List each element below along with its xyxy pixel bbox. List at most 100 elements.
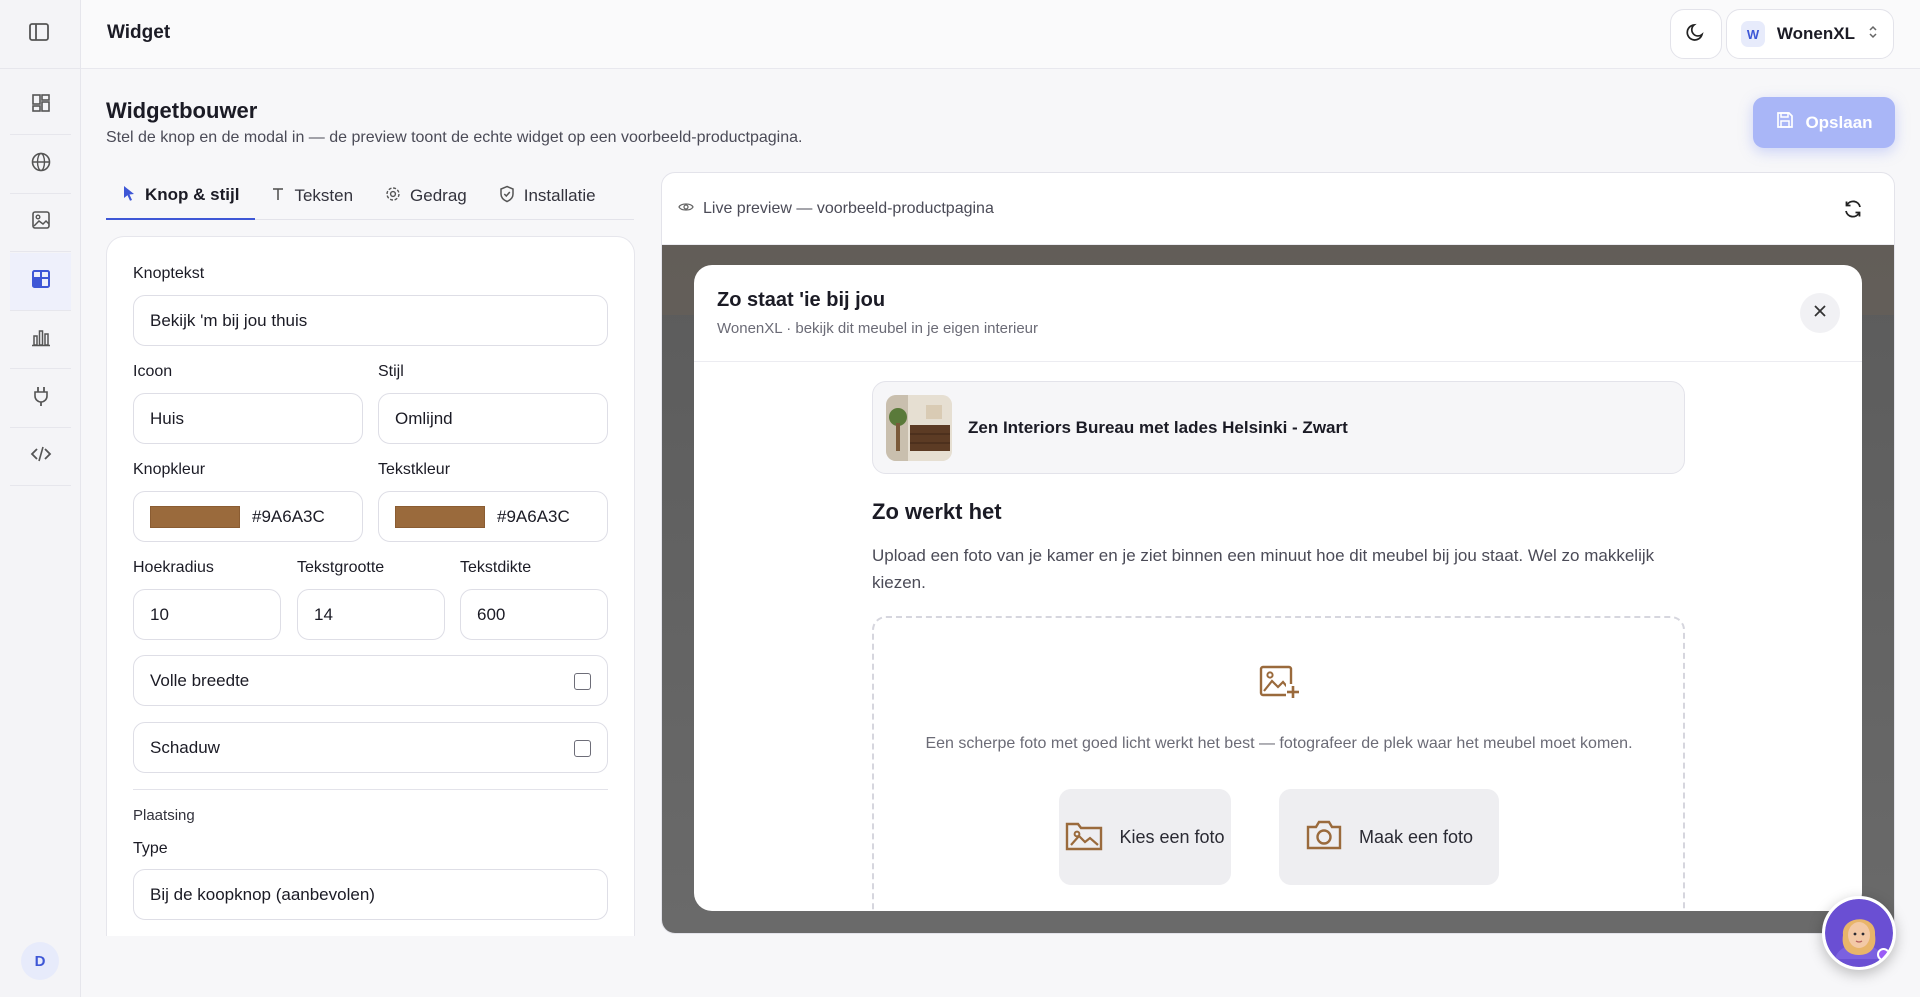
button-color-swatch[interactable] bbox=[150, 505, 240, 528]
code-icon bbox=[29, 443, 53, 470]
product-name: Zen Interiors Bureau met lades Helsinki … bbox=[968, 417, 1348, 437]
plug-icon bbox=[30, 385, 52, 412]
tab-installation[interactable]: Installatie bbox=[483, 172, 612, 220]
sidebar-rail: D bbox=[0, 0, 81, 997]
icon-select[interactable]: Huis bbox=[133, 393, 363, 444]
tab-behavior[interactable]: Gedrag bbox=[369, 172, 483, 220]
choose-photo-label: Kies een foto bbox=[1119, 826, 1225, 847]
nav-widget[interactable] bbox=[10, 253, 71, 311]
nav-images[interactable] bbox=[10, 194, 71, 252]
camera-icon bbox=[1305, 819, 1343, 856]
button-text-label: Knoptekst bbox=[133, 265, 205, 282]
nav-globe[interactable] bbox=[10, 136, 71, 194]
photo-dropzone[interactable]: Een scherpe foto met goed licht werkt he… bbox=[872, 616, 1685, 911]
image-icon bbox=[30, 209, 52, 236]
rail-divider bbox=[0, 68, 81, 69]
section-divider bbox=[133, 789, 608, 790]
image-add-icon bbox=[1258, 662, 1300, 707]
full-width-label: Volle breedte bbox=[150, 670, 250, 690]
eye-icon bbox=[678, 200, 694, 218]
save-button[interactable]: Opslaan bbox=[1753, 97, 1895, 148]
top-bar: Widget W WonenXL bbox=[81, 0, 1920, 69]
tab-label: Installatie bbox=[523, 186, 596, 205]
product-thumbnail bbox=[886, 394, 952, 461]
shadow-toggle[interactable]: Schaduw bbox=[133, 722, 608, 773]
font-size-input[interactable]: 14 bbox=[297, 589, 445, 640]
text-color-input[interactable]: #9A6A3C bbox=[378, 491, 608, 542]
style-label: Stijl bbox=[378, 363, 404, 380]
gear-icon bbox=[385, 186, 401, 207]
dashboard-icon bbox=[30, 92, 52, 119]
take-photo-button[interactable]: Maak een foto bbox=[1279, 789, 1499, 885]
shadow-label: Schaduw bbox=[150, 737, 220, 757]
button-text-input[interactable]: Bekijk 'm bij jou thuis bbox=[133, 295, 608, 346]
tab-texts[interactable]: Teksten bbox=[255, 172, 369, 220]
tab-label: Teksten bbox=[294, 186, 354, 205]
refresh-icon[interactable] bbox=[1842, 198, 1864, 225]
button-color-label: Knopkleur bbox=[133, 461, 206, 478]
button-color-input[interactable]: #9A6A3C bbox=[133, 491, 363, 542]
cursor-icon bbox=[122, 185, 136, 206]
save-icon bbox=[1775, 110, 1795, 135]
folder-image-icon bbox=[1065, 819, 1103, 856]
shield-check-icon bbox=[499, 185, 515, 208]
button-settings-form: Knoptekst Bekijk 'm bij jou thuis Icoon … bbox=[106, 236, 635, 936]
modal-close-button[interactable] bbox=[1800, 293, 1840, 333]
how-it-works-title: Zo werkt het bbox=[872, 499, 1002, 524]
assistant-avatar-button[interactable] bbox=[1822, 896, 1896, 970]
full-width-checkbox[interactable] bbox=[574, 673, 591, 690]
preview-header: Live preview — voorbeeld-productpagina bbox=[662, 173, 1894, 245]
placement-type-select[interactable]: Bij de koopknop (aanbevolen) bbox=[133, 869, 608, 920]
nav-dashboard[interactable] bbox=[10, 77, 71, 135]
org-name: WonenXL bbox=[1776, 24, 1855, 43]
chevron-updown-icon bbox=[1867, 24, 1879, 45]
style-select[interactable]: Omlijnd bbox=[378, 393, 608, 444]
nav-code[interactable] bbox=[10, 428, 71, 486]
user-avatar[interactable]: D bbox=[21, 942, 59, 980]
product-card: Zen Interiors Bureau met lades Helsinki … bbox=[872, 381, 1685, 474]
font-size-value: 14 bbox=[314, 604, 333, 624]
page-title: Widgetbouwer bbox=[106, 98, 258, 123]
nav-integrations[interactable] bbox=[10, 370, 71, 428]
text-color-label: Tekstkleur bbox=[378, 461, 451, 478]
modal-title: Zo staat 'ie bij jou bbox=[717, 289, 886, 311]
placement-heading: Plaatsing bbox=[133, 807, 195, 824]
radius-input[interactable]: 10 bbox=[133, 589, 281, 640]
close-icon bbox=[1813, 304, 1827, 323]
globe-icon bbox=[30, 151, 52, 178]
button-color-value: #9A6A3C bbox=[252, 506, 325, 526]
radius-label: Hoekradius bbox=[133, 559, 214, 576]
shadow-checkbox[interactable] bbox=[574, 740, 591, 757]
nav-analytics[interactable] bbox=[10, 311, 71, 369]
full-width-toggle[interactable]: Volle breedte bbox=[133, 655, 608, 706]
placement-type-value: Bij de koopknop (aanbevolen) bbox=[150, 884, 375, 904]
theme-toggle-button[interactable] bbox=[1670, 9, 1722, 59]
choose-photo-button[interactable]: Kies een foto bbox=[1059, 789, 1231, 885]
sidebar-toggle-icon[interactable] bbox=[27, 22, 53, 44]
tab-label: Knop & stijl bbox=[145, 185, 240, 204]
icon-value: Huis bbox=[150, 408, 185, 428]
tab-button-style[interactable]: Knop & stijl bbox=[106, 172, 256, 220]
settings-tabs: Knop & stijl Teksten Gedrag Installatie bbox=[106, 172, 634, 220]
org-badge: W bbox=[1741, 21, 1765, 47]
live-preview-panel: Live preview — voorbeeld-productpagina Z… bbox=[661, 172, 1895, 934]
user-initial: D bbox=[34, 952, 46, 970]
take-photo-label: Maak een foto bbox=[1358, 826, 1474, 847]
font-size-label: Tekstgrootte bbox=[297, 559, 385, 576]
font-weight-label: Tekstdikte bbox=[460, 559, 532, 576]
bar-chart-icon bbox=[30, 326, 52, 353]
layout-icon bbox=[30, 268, 52, 295]
text-icon bbox=[271, 186, 285, 207]
font-weight-input[interactable]: 600 bbox=[460, 589, 608, 640]
style-value: Omlijnd bbox=[395, 408, 453, 428]
modal-subtitle: WonenXL · bekijk dit meubel in je eigen … bbox=[717, 320, 1039, 337]
radius-value: 10 bbox=[150, 604, 169, 624]
online-status-dot bbox=[1877, 948, 1890, 961]
how-it-works-text: Upload een foto van je kamer en je ziet … bbox=[872, 546, 1655, 592]
text-color-value: #9A6A3C bbox=[497, 506, 570, 526]
font-weight-value: 600 bbox=[477, 604, 506, 624]
org-switcher[interactable]: W WonenXL bbox=[1726, 9, 1894, 59]
text-color-swatch[interactable] bbox=[395, 505, 485, 528]
save-label: Opslaan bbox=[1805, 112, 1873, 132]
page-subtitle: Stel de knop en de modal in — de preview… bbox=[106, 129, 803, 146]
